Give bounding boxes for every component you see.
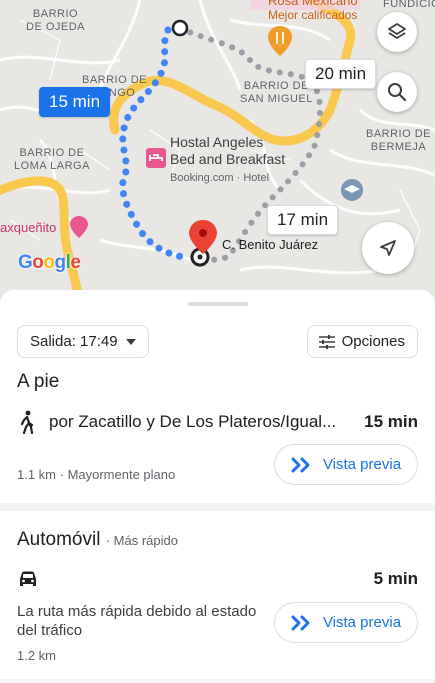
destination-label: C. Benito Juárez — [222, 237, 319, 252]
drive-fastest-badge: · Más rápido — [105, 533, 178, 548]
walking-person-icon — [20, 410, 34, 434]
sheet-handle[interactable] — [188, 302, 248, 306]
drive-route-time: 5 min — [373, 569, 418, 588]
recenter-button[interactable] — [362, 222, 414, 274]
layers-icon — [388, 23, 406, 39]
search-icon — [388, 83, 407, 102]
drive-preview-label: Vista previa — [322, 614, 402, 631]
map-label-fundicion: FUNDICIÓN — [383, 0, 435, 10]
walk-preview-label: Vista previa — [322, 456, 402, 473]
walk-route-row[interactable]: por Zacatillo y De Los Plateros/Igual...… — [17, 410, 418, 434]
section-divider — [0, 503, 435, 511]
walk-route-time: 15 min — [364, 412, 418, 431]
drive-route-description: La ruta más rápida debido al estado del … — [17, 603, 257, 639]
double-chevron-icon — [291, 457, 310, 472]
map-label-barrio-loma-larga: BARRIO DE LOMA LARGA — [14, 147, 90, 172]
route-duration-alt2[interactable]: 17 min — [267, 205, 339, 235]
walk-section-title: A pie — [17, 371, 60, 392]
caret-down-icon — [125, 338, 136, 345]
poi-hotel-sub: Booking.com · Hotel — [170, 172, 270, 184]
poi-hostal-angeles[interactable]: Hostal Angeles Bed and Breakfast — [170, 134, 285, 168]
map-view[interactable]: BARRIO DE OJEDA BARRIO DE TENGO BARRIO D… — [0, 0, 435, 300]
layers-button[interactable] — [377, 12, 417, 52]
search-button[interactable] — [377, 72, 417, 112]
bottom-divider — [0, 679, 435, 683]
route-duration-walk[interactable]: 15 min — [39, 87, 111, 117]
depart-time-label: Salida: 17:49 — [30, 333, 118, 350]
walk-route-via: por Zacatillo y De Los Plateros/Igual... — [49, 412, 337, 431]
options-label: Opciones — [341, 333, 405, 350]
drive-preview-button[interactable]: Vista previa — [274, 602, 418, 643]
drive-route-meta: 1.2 km — [17, 648, 57, 663]
directions-sheet: Salida: 17:49 Opciones A pie por Zacatil… — [0, 290, 435, 683]
poi-axquenito[interactable]: axqueñito — [0, 220, 56, 235]
google-logo: Google — [18, 252, 81, 273]
walk-route-meta: 1.1 km · Mayormente plano — [17, 467, 176, 482]
car-icon — [20, 571, 36, 586]
depart-time-button[interactable]: Salida: 17:49 — [17, 325, 149, 358]
map-label-barrio-ojeda: BARRIO DE OJEDA — [26, 8, 86, 33]
poi-rosa-mexicano[interactable]: Rosa Mexicano — [268, 0, 358, 8]
route-duration-alt1[interactable]: 20 min — [305, 59, 377, 89]
drive-route-row[interactable]: 5 min — [17, 569, 418, 589]
map-label-barrio-san-miguel: BARRIO DE SAN MIGUEL — [240, 80, 313, 105]
drive-title-text: Automóvil — [17, 529, 101, 550]
map-label-barrio-bermeja: BARRIO DE BERMEJA — [366, 128, 432, 153]
navigation-arrow-icon — [380, 240, 396, 256]
sliders-icon — [318, 334, 335, 349]
drive-section-title: Automóvil · Más rápido — [17, 529, 178, 551]
options-button[interactable]: Opciones — [306, 325, 418, 358]
poi-mejor-calificados: Mejor calificados — [268, 8, 358, 22]
walk-preview-button[interactable]: Vista previa — [274, 444, 418, 485]
double-chevron-icon — [291, 615, 310, 630]
